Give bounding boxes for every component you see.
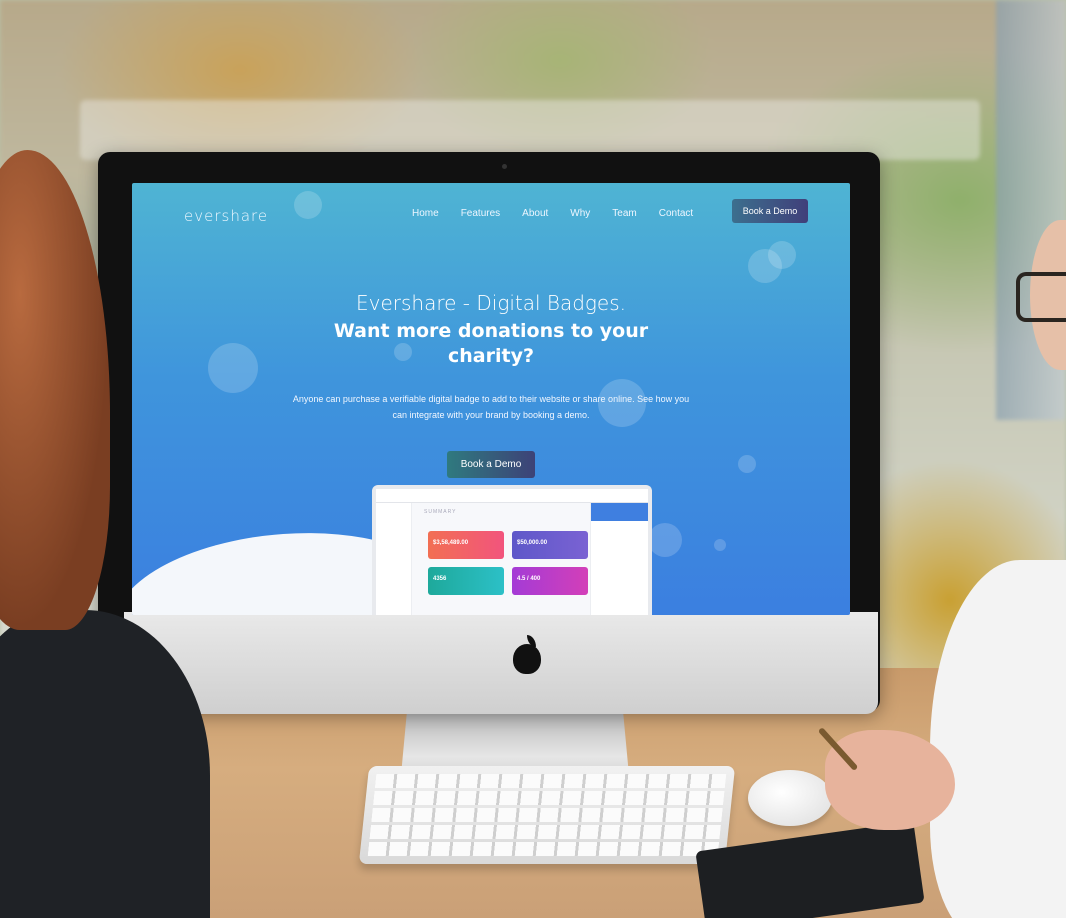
- bubble: [714, 539, 726, 551]
- webcam: [502, 164, 507, 169]
- mouse: [748, 770, 832, 826]
- website-screen: evershare Home Features About Why Team C…: [132, 183, 850, 615]
- dashboard-heading: SUMMARY: [424, 509, 457, 515]
- bubble: [768, 241, 796, 269]
- stat-card: $3,58,489.00: [428, 531, 504, 559]
- dashboard-sidebar: [376, 503, 412, 615]
- site-logo[interactable]: evershare: [184, 207, 268, 225]
- dashboard-right-header: [591, 503, 648, 521]
- nav-why[interactable]: Why: [570, 208, 590, 219]
- hero-subtitle: Want more donations to your charity?: [333, 320, 649, 367]
- hero-title: Evershare - Digital Badges.: [355, 291, 627, 315]
- site-nav: Home Features About Why Team Contact: [412, 208, 693, 219]
- stat-card: 4356: [428, 567, 504, 595]
- nav-about[interactable]: About: [522, 208, 548, 219]
- imac-chin: [124, 612, 878, 714]
- nav-book-demo-button[interactable]: Book a Demo: [732, 199, 808, 223]
- dashboard-right-panel: [590, 503, 648, 615]
- apple-logo-icon: [510, 635, 544, 676]
- bubble: [648, 523, 682, 557]
- nav-home[interactable]: Home: [412, 208, 439, 219]
- window-frame: [80, 100, 980, 160]
- bubble: [294, 191, 322, 219]
- keyboard: [358, 766, 736, 864]
- nav-contact[interactable]: Contact: [659, 208, 693, 219]
- dashboard-mockup: SUMMARY $3,58,489.00 $50,000.00 4356 4.5…: [372, 485, 652, 615]
- nav-features[interactable]: Features: [461, 208, 500, 219]
- dashboard-topbar: [376, 489, 648, 503]
- hero-book-demo-button[interactable]: Book a Demo: [446, 450, 536, 478]
- glasses: [1016, 272, 1066, 322]
- nav-team[interactable]: Team: [612, 208, 636, 219]
- stat-card: 4.5 / 400: [512, 567, 588, 595]
- hero-description: Anyone can purchase a verifiable digital…: [292, 394, 690, 420]
- stat-card: $50,000.00: [512, 531, 588, 559]
- hero-section: Evershare - Digital Badges. Want more do…: [132, 291, 850, 478]
